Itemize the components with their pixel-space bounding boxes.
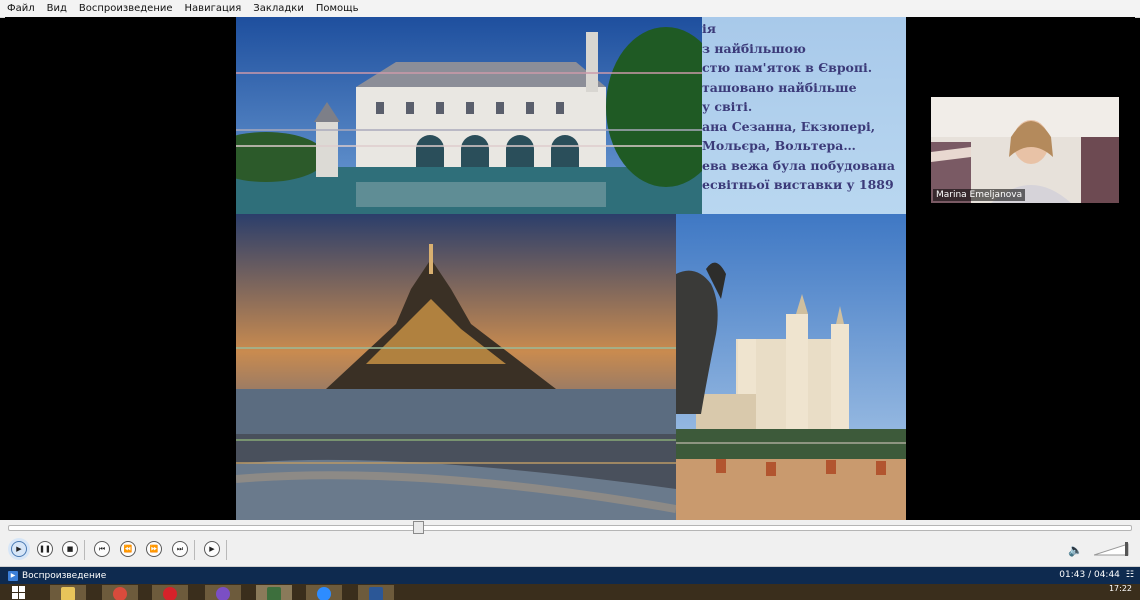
chrome-icon[interactable]	[102, 585, 138, 600]
next-icon: ⏭	[176, 544, 184, 553]
seek-bar[interactable]	[8, 525, 1132, 531]
rewind-icon: ⏪	[123, 545, 133, 553]
menu-file[interactable]: Файл	[6, 3, 36, 14]
menu-playback[interactable]: Воспроизведение	[78, 3, 174, 14]
previous-button[interactable]: ⏮	[94, 541, 110, 557]
participant-video[interactable]: Marina Emeljanova	[931, 97, 1119, 203]
menu-navigation[interactable]: Навигация	[184, 3, 243, 14]
forward-button[interactable]: ⏩	[146, 541, 162, 557]
separator	[194, 540, 195, 560]
basilica-icon	[676, 214, 906, 520]
seek-thumb[interactable]	[412, 521, 424, 534]
castle-icon	[236, 17, 706, 214]
playback-status-icon: ▶	[8, 570, 18, 581]
stop-icon: ■	[66, 545, 74, 553]
status-bar: ▶ Воспроизведение 01:43 / 04:44 ☷	[0, 567, 1140, 584]
stop-button[interactable]: ■	[62, 541, 78, 557]
viber-icon[interactable]	[205, 585, 241, 600]
participant-name: Marina Emeljanova	[933, 189, 1026, 201]
slide-text-line: есвітньої виставки у 1889	[702, 177, 894, 192]
slide-text-line: у світі.	[702, 99, 753, 114]
media-player-icon[interactable]	[256, 585, 292, 600]
chateau-photo	[236, 17, 706, 214]
seek-bar-area	[0, 520, 1140, 534]
rewind-button[interactable]: ⏪	[120, 541, 136, 557]
slide-text-line: Мольєра, Вольтера…	[702, 138, 856, 153]
menu-bookmarks[interactable]: Закладки	[252, 3, 305, 14]
slide-text-line: стю пам'яток в Європі.	[702, 60, 873, 75]
time-display: 01:43 / 04:44	[1059, 570, 1120, 580]
video-area[interactable]: ія з найбільшою стю пам'яток в Європі. т…	[5, 17, 1135, 520]
next-button[interactable]: ⏭	[172, 541, 188, 557]
frame-step-button[interactable]: ▶	[204, 541, 220, 557]
menu-help[interactable]: Помощь	[315, 3, 360, 14]
pause-button[interactable]: ❚❚	[37, 541, 53, 557]
slide-text-line: ева вежа була побудована	[702, 157, 895, 173]
menu-view[interactable]: Вид	[46, 3, 68, 14]
windows-taskbar: 17:22	[0, 584, 1140, 600]
participant-icon	[931, 97, 1119, 203]
forward-icon: ⏩	[149, 545, 159, 553]
separator	[84, 540, 85, 560]
taskbar-clock[interactable]: 17:22	[1109, 585, 1132, 593]
slide-text-line: ія	[702, 21, 716, 36]
slide-text-line: ташовано найбільше	[702, 79, 857, 95]
explorer-icon[interactable]	[50, 585, 86, 600]
opera-icon[interactable]	[152, 585, 188, 600]
start-icon[interactable]	[6, 585, 32, 600]
slide-text-line: ана Сезанна, Екзюпері,	[702, 118, 876, 134]
play-icon: ▶	[16, 545, 22, 553]
separator	[226, 540, 227, 560]
speaker-icon[interactable]: 🔈	[1068, 543, 1083, 557]
language-indicator-icon: ☷	[1125, 570, 1134, 580]
status-label: Воспроизведение	[22, 570, 107, 581]
zoom-icon[interactable]	[306, 585, 342, 600]
mont-saint-michel-photo	[236, 214, 676, 520]
frame-step-icon: ▶	[209, 545, 215, 553]
volume-slider[interactable]	[1094, 542, 1130, 556]
slide-text-panel: ія з найбільшою стю пам'яток в Європі. т…	[702, 17, 906, 214]
menu-bar: Файл Вид Воспроизведение Навигация Закла…	[0, 0, 1140, 18]
slide-text-line: з найбільшою	[702, 40, 806, 56]
lyon-basilica-photo	[676, 214, 906, 520]
play-button[interactable]: ▶	[11, 541, 27, 557]
pause-icon: ❚❚	[39, 545, 51, 553]
presentation-slide: ія з найбільшою стю пам'яток в Європі. т…	[236, 17, 906, 520]
abbey-icon	[236, 214, 676, 520]
previous-icon: ⏮	[98, 544, 106, 553]
word-icon[interactable]	[358, 585, 394, 600]
playback-controls: ▶ ❚❚ ■ ⏮ ⏪ ⏩ ⏭ ▶ 🔈	[0, 534, 1140, 567]
